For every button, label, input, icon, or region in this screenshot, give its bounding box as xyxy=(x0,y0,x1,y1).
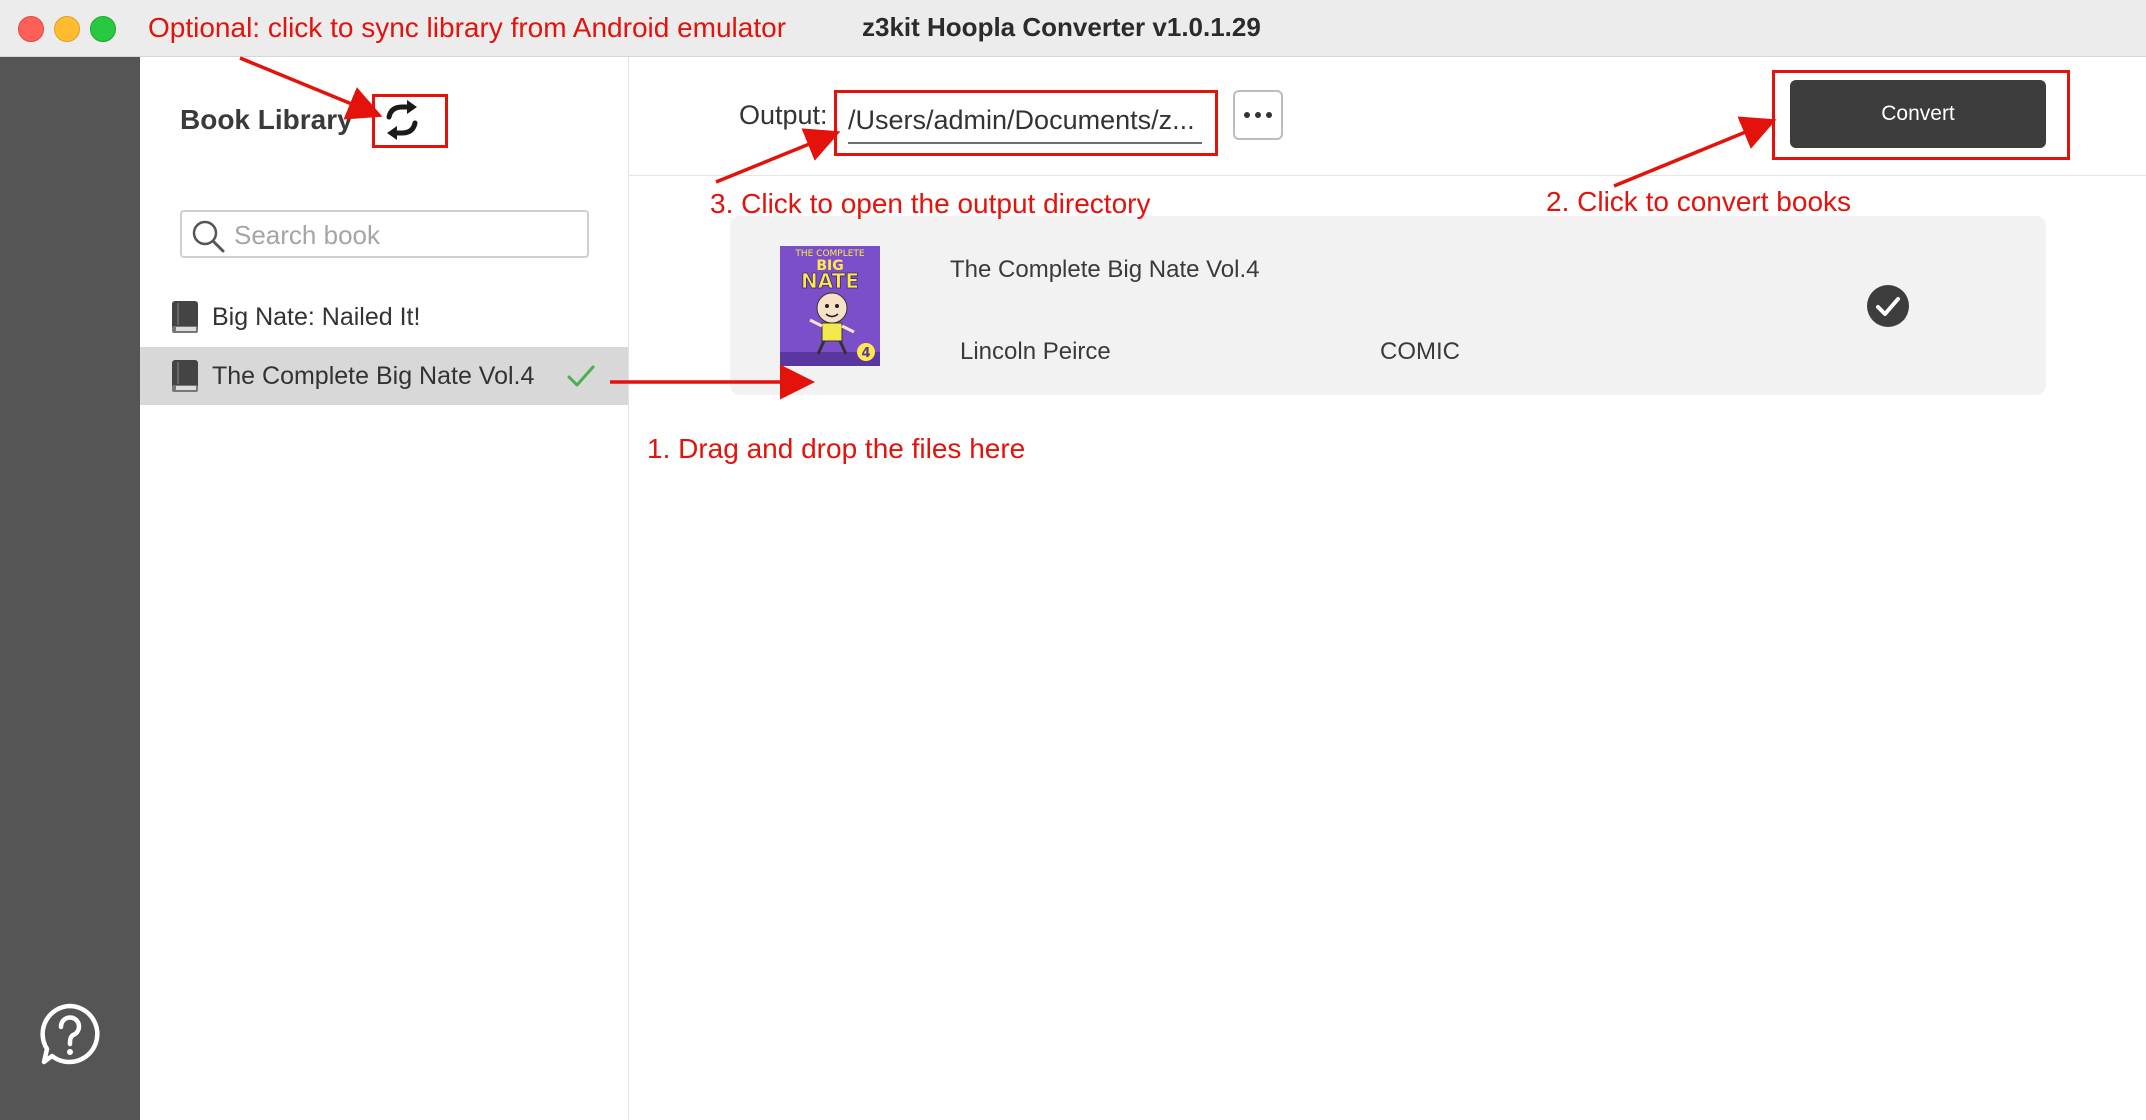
annotation-box-output xyxy=(834,90,1218,156)
window-title: z3kit Hoopla Converter v1.0.1.29 xyxy=(862,12,1261,42)
completed-check-icon xyxy=(1867,285,1909,327)
arrow-convert xyxy=(1613,116,1777,188)
annotation-convert: 2. Click to convert books xyxy=(1546,186,1852,217)
book-icon xyxy=(172,360,198,392)
checkmark-icon xyxy=(567,365,595,387)
ellipsis-icon xyxy=(1244,112,1250,118)
close-window-button[interactable] xyxy=(18,16,44,42)
output-label: Output: xyxy=(739,100,828,130)
book-type: COMIC xyxy=(1380,338,1460,365)
zoom-window-button[interactable] xyxy=(90,16,116,42)
search-box[interactable] xyxy=(180,210,589,258)
help-icon xyxy=(40,1003,100,1065)
annotation-drag: 1. Drag and drop the files here xyxy=(647,433,1026,464)
book-icon xyxy=(172,301,198,333)
book-card[interactable] xyxy=(730,216,2046,395)
book-title: The Complete Big Nate Vol.4 xyxy=(950,256,1260,283)
search-icon xyxy=(192,220,225,253)
library-item-label: Big Nate: Nailed It! xyxy=(212,302,421,331)
book-cover: THE COMPLETE BIG NATE 4 xyxy=(780,246,880,366)
minimize-window-button[interactable] xyxy=(54,16,80,42)
toolbar-divider xyxy=(629,175,2146,176)
annotation-output: 3. Click to open the output directory xyxy=(710,188,1151,219)
help-button[interactable] xyxy=(38,1002,102,1066)
annotation-sync: Optional: click to sync library from And… xyxy=(148,12,787,43)
cover-main-text: NATE xyxy=(801,269,859,293)
library-item-label: The Complete Big Nate Vol.4 xyxy=(212,361,535,390)
cover-number: 4 xyxy=(861,346,870,361)
browse-output-button[interactable] xyxy=(1233,90,1283,140)
annotation-box-convert xyxy=(1772,70,2070,160)
book-author: Lincoln Peirce xyxy=(960,338,1111,365)
library-item-selected[interactable]: The Complete Big Nate Vol.4 xyxy=(140,347,628,405)
library-item[interactable]: Big Nate: Nailed It! xyxy=(140,288,628,346)
annotation-box-sync xyxy=(372,94,448,148)
search-input[interactable] xyxy=(232,218,576,252)
library-title: Book Library xyxy=(180,104,353,135)
left-rail xyxy=(0,57,140,1120)
